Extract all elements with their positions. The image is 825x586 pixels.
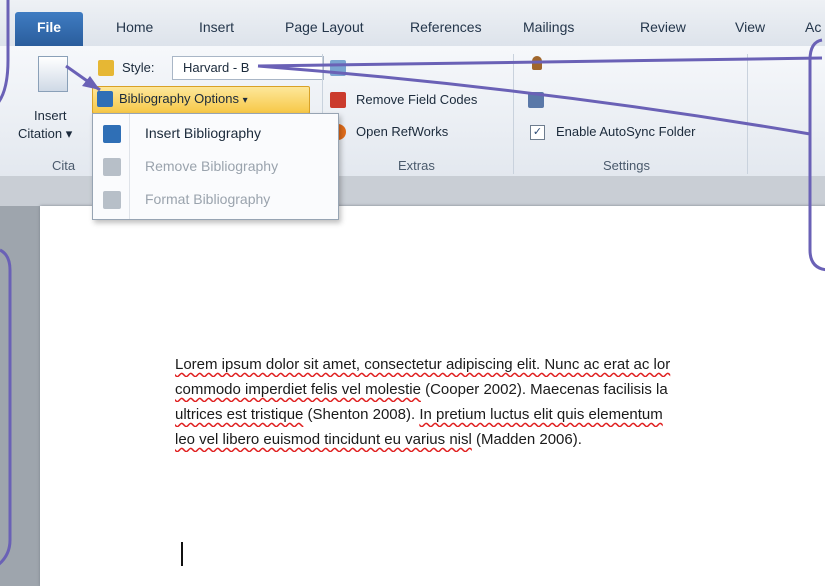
callout-overlay: [0, 0, 825, 566]
